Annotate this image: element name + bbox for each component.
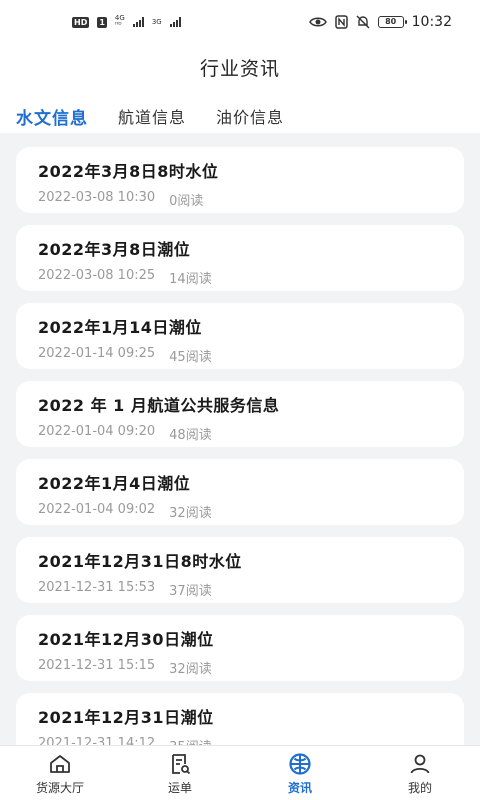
network-type-1: 4G ᴴᴰ	[114, 14, 125, 29]
list-item[interactable]: 2021年12月31日潮位 2021-12-31 14:12 35阅读	[16, 693, 464, 745]
mute-bell-icon	[356, 15, 370, 29]
article-reads: 0阅读	[169, 194, 204, 209]
list-item[interactable]: 2021年12月30日潮位 2021-12-31 15:15 32阅读	[16, 615, 464, 681]
article-title: 2021年12月31日8时水位	[38, 552, 242, 571]
news-icon	[289, 753, 311, 775]
page-title: 行业资讯	[199, 58, 280, 80]
article-title: 2022年1月14日潮位	[38, 318, 202, 337]
list-item[interactable]: 2022年3月8日8时水位 2022-03-08 10:30 0阅读	[16, 147, 464, 213]
battery-icon: 80	[377, 16, 407, 28]
nav-label: 货源大厅	[35, 781, 84, 795]
status-right: 80 10:32	[308, 14, 452, 30]
list-item[interactable]: 2022 年 1 月航道公共服务信息 2022-01-04 09:20 48阅读	[16, 381, 464, 447]
nav-profile[interactable]: 我的	[370, 752, 470, 796]
nav-waybill[interactable]: 运单	[130, 752, 230, 796]
nav-cargo-hall[interactable]: 货源大厅	[10, 752, 110, 796]
article-title: 2022 年 1 月航道公共服务信息	[38, 396, 280, 415]
article-title: 2021年12月31日潮位	[38, 708, 214, 727]
article-time: 2021-12-31 14:12	[38, 736, 156, 745]
list-item[interactable]: 2022年3月8日潮位 2022-03-08 10:25 14阅读	[16, 225, 464, 291]
article-reads: 14阅读	[169, 272, 212, 287]
article-title: 2022年3月8日潮位	[38, 240, 191, 259]
nav-label: 资讯	[287, 781, 312, 795]
article-reads: 37阅读	[169, 584, 212, 599]
nav-news[interactable]: 资讯	[250, 752, 350, 796]
sim-badge: 1	[97, 16, 107, 28]
article-time: 2021-12-31 15:15	[38, 658, 156, 673]
nfc-icon	[334, 15, 348, 29]
article-time: 2022-03-08 10:25	[38, 268, 156, 283]
nav-label: 我的	[407, 781, 432, 795]
article-time: 2022-01-14 09:25	[38, 346, 156, 361]
article-list[interactable]: 2022年3月8日8时水位 2022-03-08 10:30 0阅读 2022年3…	[0, 133, 480, 745]
tab-oil-price[interactable]: 油价信息	[216, 104, 284, 135]
list-item[interactable]: 2022年1月14日潮位 2022-01-14 09:25 45阅读	[16, 303, 464, 369]
network-type-2: 3G	[151, 17, 162, 26]
category-tabs: 水文信息 航道信息 油价信息	[16, 104, 284, 138]
article-title: 2022年3月8日8时水位	[38, 162, 219, 181]
signal-icon-2	[169, 17, 181, 27]
hd-badge: HD	[72, 16, 90, 28]
status-bar: HD 1 4G ᴴᴰ 3G 80 10:32	[0, 0, 480, 44]
article-reads: 35阅读	[169, 736, 212, 745]
list-item[interactable]: 2022年1月4日潮位 2022-01-04 09:02 32阅读	[16, 459, 464, 525]
nav-label: 运单	[167, 781, 192, 795]
article-reads: 45阅读	[169, 350, 212, 365]
bottom-nav: 货源大厅 运单 资讯 我的	[0, 745, 480, 800]
signal-icon	[132, 17, 144, 27]
list-item[interactable]: 2021年12月31日8时水位 2021-12-31 15:53 37阅读	[16, 537, 464, 603]
waybill-icon	[172, 754, 191, 775]
eye-icon	[308, 17, 327, 27]
tab-waterway[interactable]: 航道信息	[118, 104, 186, 135]
article-time: 2021-12-31 15:53	[38, 580, 156, 595]
article-reads: 48阅读	[169, 428, 212, 443]
article-title: 2021年12月30日潮位	[38, 630, 214, 649]
profile-icon	[410, 754, 430, 774]
home-icon	[50, 755, 70, 773]
article-time: 2022-03-08 10:30	[38, 190, 156, 205]
article-reads: 32阅读	[169, 662, 212, 677]
article-title: 2022年1月4日潮位	[38, 474, 191, 493]
tab-hydrology[interactable]: 水文信息	[16, 104, 88, 138]
clock: 10:32	[411, 14, 452, 30]
article-reads: 32阅读	[169, 506, 212, 521]
article-time: 2022-01-04 09:20	[38, 424, 156, 439]
status-left: HD 1 4G ᴴᴰ 3G	[72, 15, 181, 29]
article-time: 2022-01-04 09:02	[38, 502, 156, 517]
